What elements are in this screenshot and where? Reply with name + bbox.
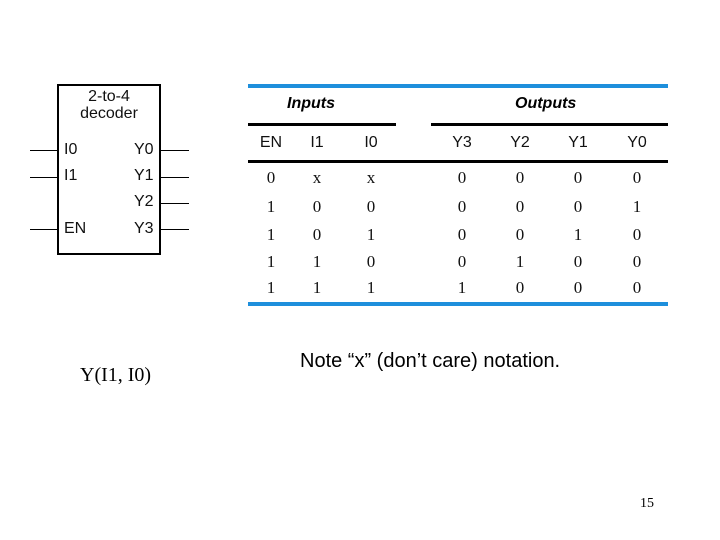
table-cell: 0 [632,168,642,187]
table-cell: 0 [457,168,467,187]
column-header: I0 [364,134,378,151]
table-cell: 1 [366,278,376,297]
table-cell: 0 [573,197,583,216]
outputs-group-rule [431,123,668,126]
pin-line-y0 [161,150,189,151]
table-cell: 0 [515,225,525,244]
table-cell: 1 [312,252,322,271]
pin-label-en: EN [64,220,87,237]
column-header: I1 [310,134,324,151]
pin-line-y3 [161,229,189,230]
pin-line-y2 [161,203,189,204]
table-cell: 1 [266,197,276,216]
column-header: Y1 [568,134,588,151]
table-cell: 0 [457,225,467,244]
table-cell: 0 [312,197,322,216]
note-caption: Note “x” (don’t care) notation. [300,350,561,372]
pin-label-y3: Y3 [134,220,154,237]
table-cell: x [366,168,376,187]
pin-label-y0: Y0 [134,141,154,158]
pin-line-i0 [30,150,57,151]
table-cell: 1 [457,278,467,297]
column-header: Y2 [510,134,530,151]
table-cell: 1 [266,225,276,244]
table-bottom-bar [248,302,668,306]
inputs-group-rule [248,123,396,126]
table-cell: 0 [573,168,583,187]
table-cell: 1 [366,225,376,244]
column-header: Y3 [452,134,472,151]
outputs-group-header: Outputs [515,95,577,112]
page-number: 15 [640,496,654,511]
table-cell: 0 [366,197,376,216]
pin-label-y2: Y2 [134,193,154,210]
table-cell: 0 [312,225,322,244]
function-caption: Y(I1, I0) [80,364,152,386]
table-cell: 1 [573,225,583,244]
table-cell: 0 [573,278,583,297]
table-cell: 1 [632,197,642,216]
pin-label-i1: I1 [64,167,78,184]
table-cell: x [312,168,322,187]
pin-label-y1: Y1 [134,167,154,184]
decoder-title: 2-to-4 decoder [57,88,161,122]
table-cell: 0 [515,278,525,297]
table-cell: 1 [312,278,322,297]
column-header: Y0 [627,134,647,151]
table-cell: 0 [457,197,467,216]
table-cell: 0 [457,252,467,271]
pin-label-i0: I0 [64,141,78,158]
pin-line-y1 [161,177,189,178]
pin-line-en [30,229,57,230]
table-cell: 0 [266,168,276,187]
table-cell: 0 [515,197,525,216]
table-cell: 1 [515,252,525,271]
column-header: EN [259,134,283,151]
header-bottom-rule [248,160,668,163]
table-cell: 0 [632,225,642,244]
table-cell: 1 [266,252,276,271]
table-cell: 1 [266,278,276,297]
table-cell: 0 [573,252,583,271]
inputs-group-header: Inputs [287,95,335,112]
table-top-bar [248,84,668,88]
table-cell: 0 [515,168,525,187]
table-cell: 0 [632,252,642,271]
table-cell: 0 [366,252,376,271]
decoder-title-line2: decoder [80,105,138,122]
decoder-title-line1: 2-to-4 [88,88,130,105]
table-cell: 0 [632,278,642,297]
pin-line-i1 [30,177,57,178]
